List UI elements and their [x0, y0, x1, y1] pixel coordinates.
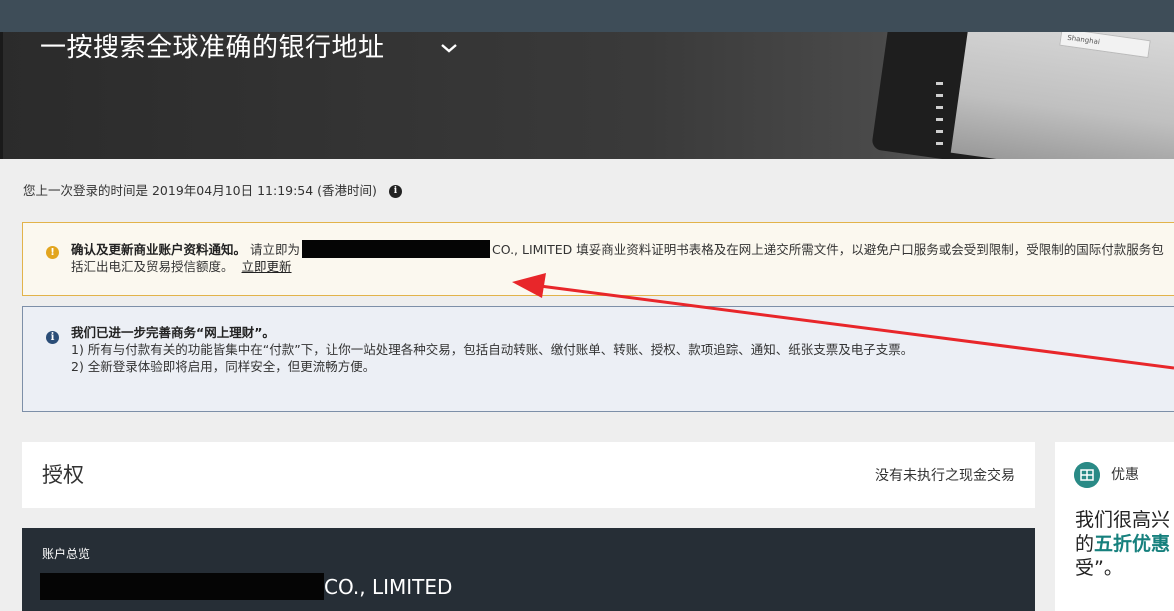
promotion-line-2-prefix: 的: [1075, 533, 1095, 555]
authorization-title: 授权: [42, 463, 84, 487]
online-banking-info-notice: i 我们已进一步完善商务“网上理财”。 1) 所有与付款有关的功能皆集中在“付款…: [22, 306, 1174, 412]
hero-title: 一按搜索全球准确的银行地址: [40, 33, 385, 63]
promotion-icon: [1074, 462, 1100, 488]
chevron-down-icon[interactable]: [437, 36, 461, 60]
promotion-title: 优惠: [1111, 467, 1139, 483]
info-notice-title: 我们已进一步完善商务“网上理财”。: [71, 325, 275, 340]
authorization-status: 没有未执行之现金交易: [875, 468, 1015, 484]
notice-prefix: 请立即为: [250, 242, 301, 257]
promotion-line-3: 受”。: [1075, 557, 1123, 579]
redacted-account-name: [40, 573, 324, 600]
redacted-company-name: [302, 240, 491, 258]
promotion-highlight: 五折优惠: [1094, 533, 1171, 555]
authorization-card: 授权 没有未执行之现金交易: [22, 442, 1035, 508]
promotion-line-1: 我们很高兴: [1075, 509, 1171, 531]
promotion-card: 优惠 我们很高兴 的五折优惠 受”。: [1055, 442, 1174, 611]
hero-device-menu: [936, 82, 946, 154]
info-notice-line-2: 2) 全新登录体验即将启用，同样安全，但更流畅方便。: [71, 359, 376, 374]
last-login-text: 您上一次登录的时间是 2019年04月10日 11:19:54 (香港时间): [23, 183, 377, 198]
info-notice-text: 我们已进一步完善商务“网上理财”。 1) 所有与付款有关的功能皆集中在“付款”下…: [71, 324, 1171, 375]
notice-text: 确认及更新商业账户资料通知。 请立即为 CO., LIMITED 填妥商业资料证明…: [71, 240, 1171, 275]
hero-banner: Shanghai 一按搜索全球准确的银行地址: [0, 32, 1174, 159]
account-name[interactable]: CO., LIMITED: [40, 572, 452, 602]
info-notice-line-1: 1) 所有与付款有关的功能皆集中在“付款”下，让你一站处理各种交易，包括自动转账…: [71, 342, 914, 357]
info-circle-icon: i: [46, 331, 59, 344]
account-overview-label: 账户总览: [42, 547, 91, 561]
top-bar: [0, 0, 1174, 32]
account-overview-card: 账户总览 CO., LIMITED: [22, 528, 1035, 611]
update-now-link[interactable]: 立即更新: [242, 259, 292, 274]
notice-title: 确认及更新商业账户资料通知。: [71, 242, 247, 257]
promotion-text: 我们很高兴 的五折优惠 受”。: [1075, 508, 1174, 580]
account-name-suffix: CO., LIMITED: [324, 575, 453, 599]
info-icon[interactable]: i: [388, 185, 402, 198]
business-account-notice: ! 确认及更新商业账户资料通知。 请立即为 CO., LIMITED 填妥商业资料…: [22, 222, 1174, 296]
hero-edge: [0, 32, 3, 159]
warning-icon: !: [46, 246, 59, 259]
last-login-info: 您上一次登录的时间是 2019年04月10日 11:19:54 (香港时间) i: [23, 181, 402, 201]
